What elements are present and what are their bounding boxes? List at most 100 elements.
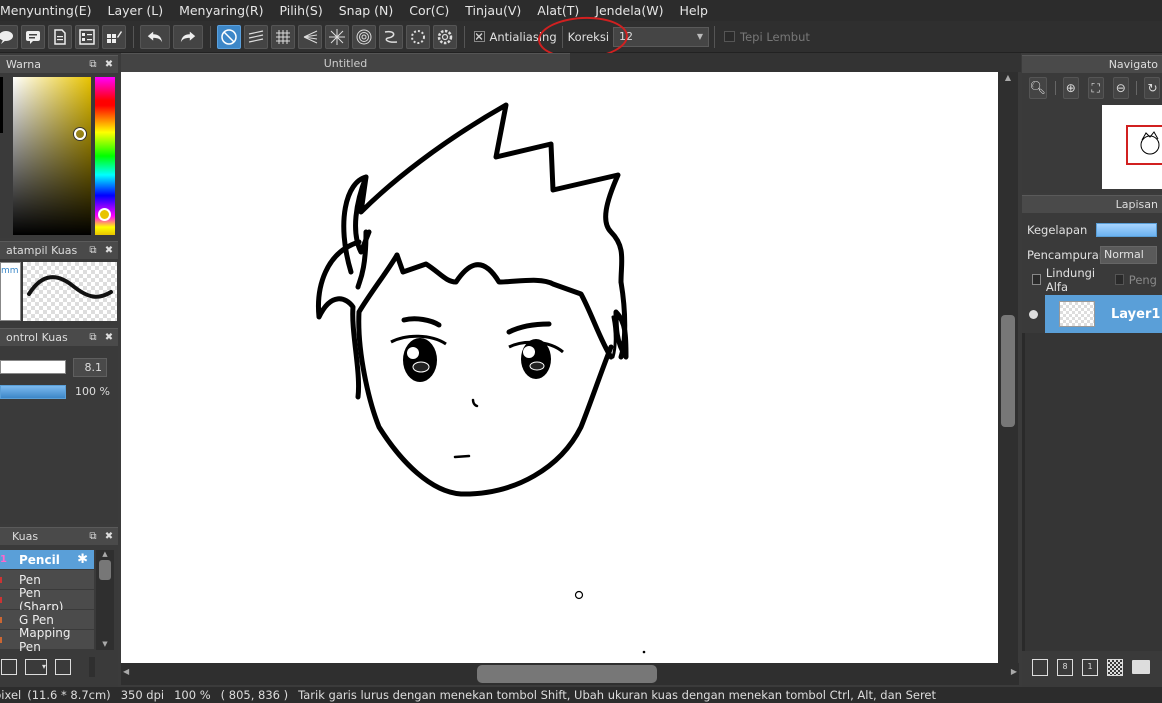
scroll-up-icon[interactable]: ▲ bbox=[96, 550, 114, 560]
zoom-out-icon[interactable]: ⊖ bbox=[1112, 77, 1129, 99]
brush-size-slider[interactable] bbox=[0, 360, 66, 374]
toolbar-separator bbox=[1054, 81, 1056, 95]
horizontal-scrollbar-thumb[interactable] bbox=[477, 665, 657, 683]
menu-select[interactable]: Pilih(S) bbox=[271, 3, 330, 18]
zoom-in-icon[interactable]: ⊕ bbox=[1062, 77, 1079, 99]
scroll-down-icon[interactable]: ▼ bbox=[96, 640, 114, 650]
page-icon[interactable] bbox=[48, 24, 72, 49]
menu-filter[interactable]: Menyaring(R) bbox=[171, 3, 271, 18]
menu-snap[interactable]: Snap (N) bbox=[331, 3, 402, 18]
close-icon[interactable]: ✖ bbox=[104, 59, 114, 70]
canvas-horizontal-scrollbar[interactable]: ◀ ▶ bbox=[121, 663, 1019, 685]
brush-control-panel: ontrol Kuas ⧉ ✖ 8.1 100 % bbox=[0, 328, 118, 524]
brush-item-pen-sharp[interactable]: Pen (Sharp) bbox=[0, 586, 94, 614]
layer-opacity-slider[interactable] bbox=[1096, 222, 1157, 237]
layer-visibility-icon[interactable] bbox=[1022, 295, 1045, 333]
antialiasing-checkbox[interactable] bbox=[473, 31, 485, 42]
new-layer-icon[interactable] bbox=[1032, 658, 1048, 676]
layer-name: Layer1 bbox=[1111, 306, 1161, 322]
canvas-vertical-scrollbar[interactable]: ▲ bbox=[998, 72, 1018, 663]
brush-copy-icon[interactable]: ▾ bbox=[25, 659, 47, 675]
gear-icon[interactable]: ✱ bbox=[77, 552, 88, 567]
blend-mode-select[interactable]: Normal bbox=[1100, 245, 1157, 264]
brush-item-mapping-pen[interactable]: Mapping Pen bbox=[0, 626, 94, 654]
speech-bubble-icon[interactable] bbox=[0, 24, 18, 49]
new-1bit-layer-icon[interactable]: 1 bbox=[1082, 658, 1098, 676]
snap-settings-icon[interactable] bbox=[433, 24, 457, 49]
page-list-icon[interactable] bbox=[75, 24, 99, 49]
close-icon[interactable]: ✖ bbox=[104, 332, 114, 343]
new-8bit-layer-icon[interactable]: 8 bbox=[1057, 658, 1073, 676]
layer-row[interactable]: Layer1 bbox=[1022, 295, 1162, 333]
status-unit: pixel bbox=[0, 688, 22, 702]
close-icon[interactable]: ✖ bbox=[104, 245, 114, 256]
folder-icon[interactable] bbox=[1132, 660, 1150, 674]
brush-item-pencil[interactable]: 1 Pencil ✱ bbox=[0, 550, 94, 570]
new-brush-icon[interactable] bbox=[1, 659, 17, 675]
concentric-snap-icon[interactable] bbox=[352, 24, 376, 49]
undo-icon[interactable] bbox=[140, 24, 170, 49]
blend-mode-row: Pencampuran Normal bbox=[1022, 242, 1162, 267]
menu-fill[interactable]: Cor(C) bbox=[401, 3, 457, 18]
scrollbar-thumb[interactable] bbox=[99, 560, 111, 580]
parallel-snap-icon[interactable] bbox=[244, 24, 268, 49]
tab-untitled[interactable]: Untitled bbox=[121, 53, 570, 72]
layer-list: Layer1 bbox=[1022, 295, 1162, 651]
brush-settings-icon[interactable] bbox=[55, 659, 71, 675]
comment-icon[interactable] bbox=[21, 24, 45, 49]
vanishing-snap-icon[interactable] bbox=[298, 24, 322, 49]
popout-icon[interactable]: ⧉ bbox=[88, 245, 98, 256]
layer-list-scrollbar[interactable] bbox=[1022, 333, 1025, 651]
hue-slider-handle[interactable] bbox=[98, 208, 111, 221]
fit-screen-icon[interactable]: ⛶ bbox=[1087, 77, 1104, 99]
grid-snap-icon[interactable] bbox=[271, 24, 295, 49]
brush-opacity-slider[interactable] bbox=[0, 385, 66, 399]
menu-help[interactable]: Help bbox=[671, 3, 716, 18]
chevron-down-icon: ▼ bbox=[696, 32, 704, 41]
menu-view[interactable]: Tinjau(V) bbox=[457, 3, 529, 18]
panel-title: Warna bbox=[6, 58, 41, 71]
blend-mode-label: Pencampuran bbox=[1027, 247, 1107, 262]
scroll-up-icon[interactable]: ▲ bbox=[998, 72, 1018, 84]
curve-snap-icon[interactable] bbox=[379, 24, 403, 49]
no-snap-icon[interactable] bbox=[217, 24, 241, 49]
hue-ring-strip[interactable] bbox=[0, 77, 3, 133]
brush-stroke-preview bbox=[23, 262, 117, 321]
scroll-left-icon[interactable]: ◀ bbox=[123, 667, 129, 676]
brush-list-scrollbar[interactable]: ▲ ▼ bbox=[96, 550, 114, 650]
popout-icon[interactable]: ⧉ bbox=[88, 59, 98, 70]
drawing-canvas[interactable] bbox=[121, 72, 998, 663]
circle-snap-icon[interactable] bbox=[406, 24, 430, 49]
menu-edit[interactable]: Menyunting(E) bbox=[0, 3, 100, 18]
panel-title: atampil Kuas bbox=[6, 244, 78, 257]
page-edit-icon[interactable] bbox=[102, 24, 126, 49]
clipping-label: Peng bbox=[1128, 272, 1157, 287]
menu-tools[interactable]: Alat(T) bbox=[529, 3, 587, 18]
status-coords: ( 805, 836 ) bbox=[220, 688, 289, 702]
tepi-lembut-checkbox[interactable] bbox=[724, 31, 736, 42]
vertical-scrollbar-thumb[interactable] bbox=[1001, 315, 1015, 427]
halftone-layer-icon[interactable] bbox=[1107, 658, 1123, 676]
popout-icon[interactable]: ⧉ bbox=[88, 332, 98, 343]
rotate-icon[interactable]: ↻ bbox=[1144, 77, 1161, 99]
scroll-right-icon[interactable]: ▶ bbox=[1011, 667, 1017, 676]
menu-layer[interactable]: Layer (L) bbox=[100, 3, 172, 18]
stroke-sample bbox=[27, 275, 113, 299]
brush-size-field[interactable]: 8.1 bbox=[73, 358, 107, 377]
radial-snap-icon[interactable] bbox=[325, 24, 349, 49]
close-icon[interactable]: ✖ bbox=[104, 531, 114, 542]
zoom-search-icon[interactable]: 🔍︎ bbox=[1028, 77, 1048, 99]
popout-icon[interactable]: ⧉ bbox=[88, 531, 98, 542]
menu-window[interactable]: Jendela(W) bbox=[587, 3, 671, 18]
clipping-checkbox[interactable] bbox=[1114, 274, 1124, 285]
brush-footer-scrollbar[interactable] bbox=[89, 657, 95, 677]
saturation-value-square[interactable] bbox=[13, 77, 91, 235]
brush-control-header: ontrol Kuas ⧉ ✖ bbox=[0, 328, 118, 346]
status-dpi: 350 dpi bbox=[120, 688, 165, 702]
protect-alpha-checkbox[interactable] bbox=[1032, 274, 1041, 285]
navigator-viewport-frame[interactable] bbox=[1126, 125, 1162, 165]
redo-icon[interactable] bbox=[173, 24, 203, 49]
brush-number: 1 bbox=[0, 554, 7, 565]
color-picker-handle[interactable] bbox=[74, 128, 86, 140]
navigator-preview[interactable] bbox=[1102, 105, 1162, 189]
